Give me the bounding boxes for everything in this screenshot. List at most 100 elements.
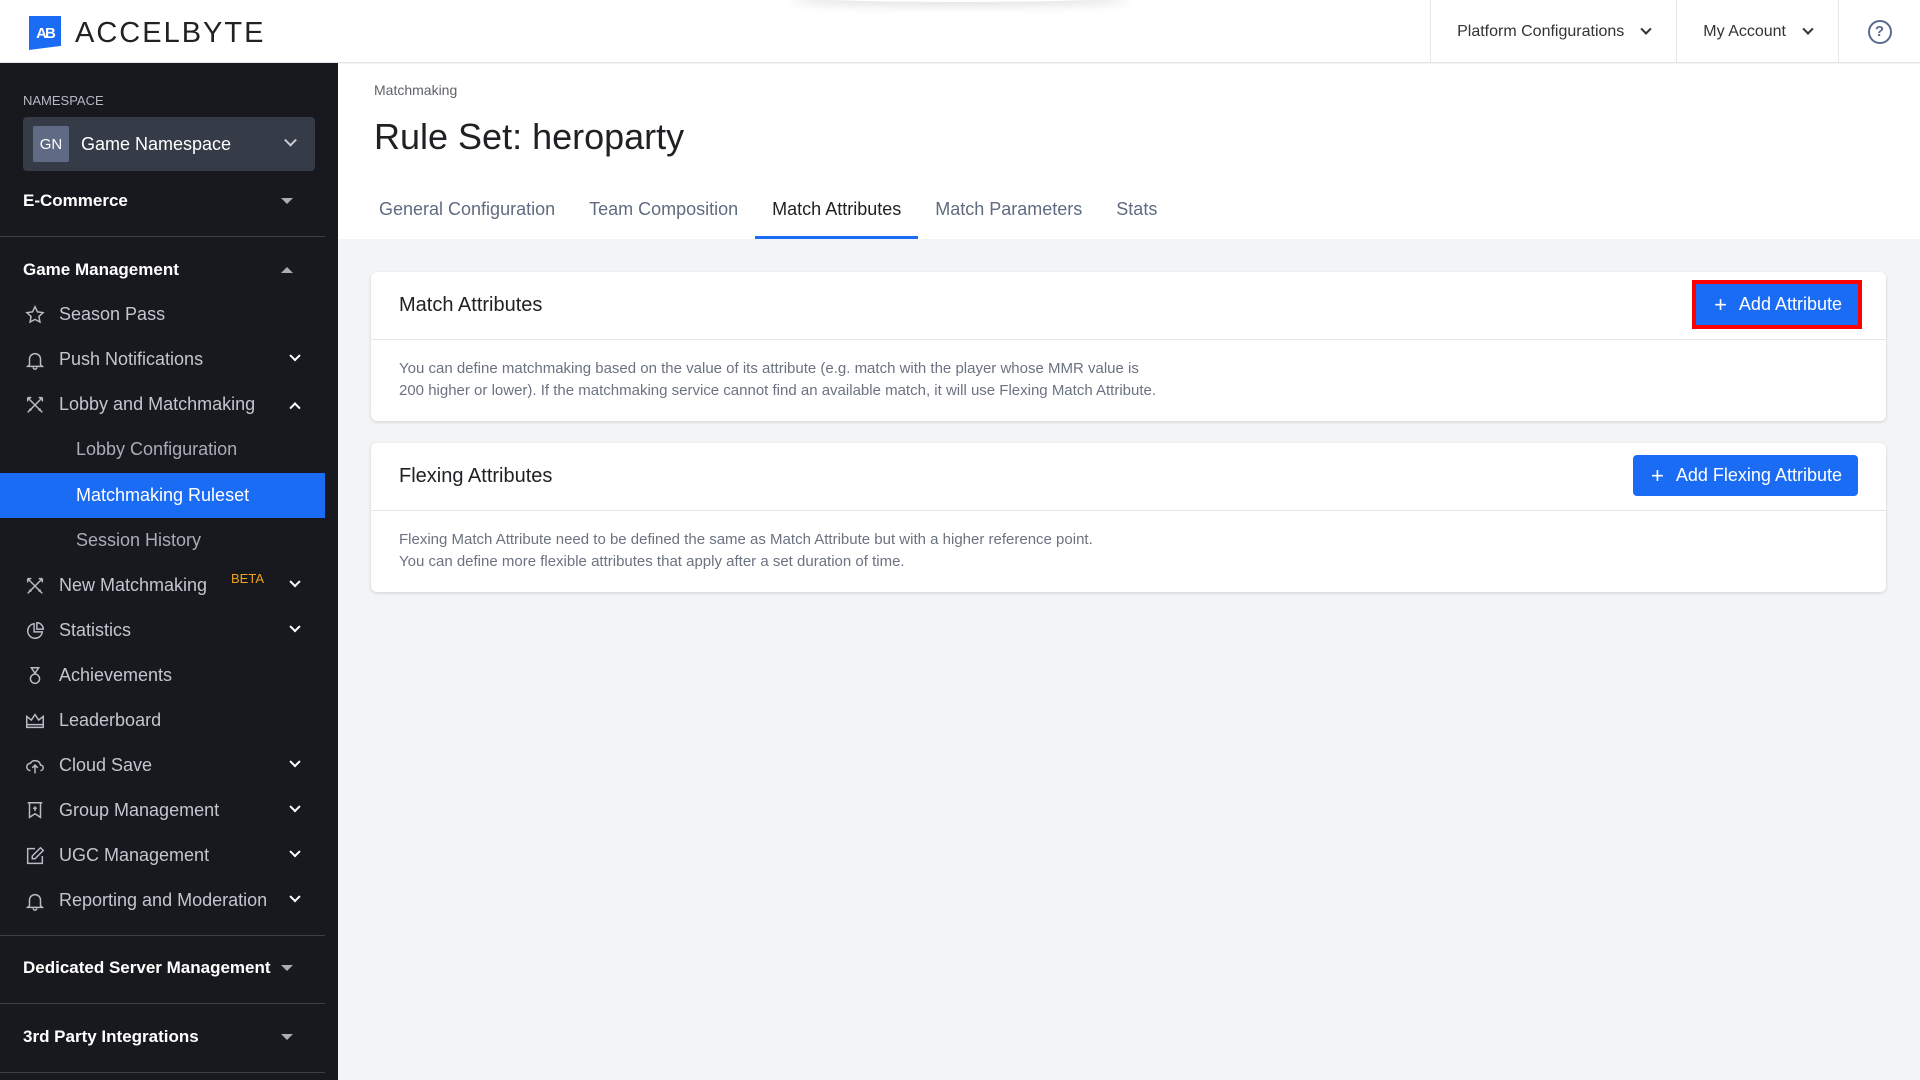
cloud-upload-icon — [23, 754, 47, 778]
caret-down-icon — [281, 1033, 293, 1040]
sidebar-item-leaderboard[interactable]: Leaderboard — [0, 698, 325, 743]
tab-label: General Configuration — [379, 199, 556, 219]
sidebar-item-session-history[interactable]: Session History — [0, 518, 325, 563]
bell-icon — [23, 889, 47, 913]
tab-match-attributes[interactable]: Match Attributes — [755, 180, 919, 239]
bell-icon — [23, 348, 47, 372]
description-line: You can define matchmaking based on the … — [399, 360, 1139, 377]
section-game-management[interactable]: Game Management — [0, 247, 325, 292]
tab-label: Stats — [1116, 199, 1158, 219]
section-label: E-Commerce — [23, 190, 128, 210]
my-account-label: My Account — [1703, 22, 1786, 40]
tab-bar: General Configuration Team Composition M… — [362, 180, 1174, 239]
sidebar-item-achievements[interactable]: Achievements — [0, 653, 325, 698]
chevron-down-icon — [1640, 23, 1652, 35]
medal-icon — [23, 664, 47, 688]
namespace-select[interactable]: GN Game Namespace — [23, 117, 315, 171]
caret-up-icon — [281, 266, 293, 273]
chevron-down-icon — [289, 845, 301, 857]
match-attributes-card: Match Attributes + Add Attribute You can… — [371, 272, 1886, 421]
chevron-down-icon — [289, 890, 301, 902]
sidebar-item-label: Matchmaking Ruleset — [76, 485, 250, 505]
plus-icon: + — [1714, 291, 1727, 317]
tab-label: Match Parameters — [935, 199, 1083, 219]
namespace-name: Game Namespace — [81, 133, 232, 154]
platform-configurations-dropdown[interactable]: Platform Configurations — [1430, 0, 1676, 63]
header-menu: Platform Configurations My Account ? — [1430, 0, 1920, 63]
button-label: Add Flexing Attribute — [1675, 465, 1842, 485]
sidebar-item-label: Lobby Configuration — [76, 439, 238, 459]
chevron-down-icon — [289, 800, 301, 812]
star-icon — [23, 303, 47, 327]
chevron-down-icon — [289, 575, 301, 587]
card-description: Flexing Match Attribute need to be defin… — [371, 511, 1886, 573]
sidebar-item-label: Push Notifications — [59, 349, 204, 369]
section-dedicated-server-management[interactable]: Dedicated Server Management — [0, 945, 325, 990]
help-button[interactable]: ? — [1838, 0, 1920, 63]
namespace-label: NAMESPACE — [23, 93, 104, 108]
chevron-down-icon — [289, 755, 301, 767]
sidebar-item-label: Lobby and Matchmaking — [59, 394, 256, 414]
sidebar-item-lobby-matchmaking[interactable]: Lobby and Matchmaking — [0, 382, 325, 427]
card-description: You can define matchmaking based on the … — [371, 340, 1886, 402]
crown-icon — [23, 709, 47, 733]
divider — [0, 1072, 325, 1073]
add-flexing-attribute-button[interactable]: + Add Flexing Attribute — [1633, 455, 1858, 496]
chevron-down-icon — [1802, 23, 1814, 35]
caret-down-icon — [281, 964, 293, 971]
description-line: Flexing Match Attribute need to be defin… — [399, 531, 1093, 548]
caret-down-icon — [281, 197, 293, 204]
namespace-badge: GN — [33, 126, 69, 162]
banner-icon — [23, 799, 47, 823]
sidebar-item-reporting-moderation[interactable]: Reporting and Moderation — [0, 878, 325, 923]
chevron-down-icon — [284, 133, 297, 147]
my-account-dropdown[interactable]: My Account — [1676, 0, 1838, 63]
sidebar-item-label: New Matchmaking — [59, 575, 208, 595]
sidebar-item-label: Session History — [76, 530, 202, 550]
tab-team-composition[interactable]: Team Composition — [572, 180, 755, 239]
help-icon: ? — [1867, 19, 1892, 44]
sidebar-item-new-matchmaking[interactable]: New Matchmaking BETA — [0, 563, 325, 608]
tab-general-configuration[interactable]: General Configuration — [362, 180, 572, 239]
sidebar-item-label: Reporting and Moderation — [59, 890, 268, 910]
sidebar-item-label: Group Management — [59, 800, 220, 820]
breadcrumb[interactable]: Matchmaking — [374, 82, 457, 98]
sidebar-item-matchmaking-ruleset[interactable]: Matchmaking Ruleset — [0, 473, 325, 518]
card-title: Match Attributes — [399, 294, 543, 316]
tab-match-parameters[interactable]: Match Parameters — [918, 180, 1099, 239]
sidebar-item-cloud-save[interactable]: Cloud Save — [0, 743, 325, 788]
sidebar-item-push-notifications[interactable]: Push Notifications — [0, 337, 325, 382]
accelbyte-logo[interactable]: AB ACCELBYTE — [29, 16, 265, 50]
add-attribute-button[interactable]: + Add Attribute — [1692, 280, 1862, 329]
sidebar-item-label: Season Pass — [59, 304, 166, 324]
section-label: Game Management — [23, 259, 179, 279]
plus-icon: + — [1651, 462, 1664, 488]
sidebar-item-statistics[interactable]: Statistics — [0, 608, 325, 653]
card-header: Match Attributes + Add Attribute — [371, 272, 1886, 340]
sidebar-item-ugc-management[interactable]: UGC Management — [0, 833, 325, 878]
card-header: Flexing Attributes + Add Flexing Attribu… — [371, 443, 1886, 511]
header-shadow — [790, 0, 1130, 2]
top-header: AB ACCELBYTE Platform Configurations My … — [0, 0, 1920, 63]
flexing-attributes-card: Flexing Attributes + Add Flexing Attribu… — [371, 443, 1886, 592]
sidebar-item-season-pass[interactable]: Season Pass — [0, 292, 325, 337]
tab-label: Match Attributes — [772, 199, 902, 219]
section-label: 3rd Party Integrations — [23, 1026, 199, 1046]
page-title: Rule Set: heroparty — [374, 116, 685, 157]
section-3rd-party-integrations[interactable]: 3rd Party Integrations — [0, 1014, 325, 1059]
section-label: Dedicated Server Management — [23, 957, 271, 977]
beta-badge: BETA — [231, 571, 264, 586]
sidebar: NAMESPACE GN Game Namespace E-Commerce G… — [0, 63, 338, 1080]
sidebar-item-group-management[interactable]: Group Management — [0, 788, 325, 833]
sidebar-item-label: Cloud Save — [59, 755, 153, 775]
pie-chart-icon — [23, 619, 47, 643]
description-line: 200 higher or lower). If the matchmaking… — [399, 382, 1157, 399]
tab-stats[interactable]: Stats — [1099, 180, 1174, 239]
logo-text: ACCELBYTE — [75, 16, 266, 49]
sidebar-item-lobby-configuration[interactable]: Lobby Configuration — [0, 427, 325, 472]
page-header: Matchmaking Rule Set: heroparty General … — [338, 64, 1920, 239]
section-ecommerce[interactable]: E-Commerce — [0, 178, 325, 223]
sidebar-item-label: UGC Management — [59, 845, 210, 865]
divider — [0, 236, 325, 237]
divider — [0, 1003, 325, 1004]
